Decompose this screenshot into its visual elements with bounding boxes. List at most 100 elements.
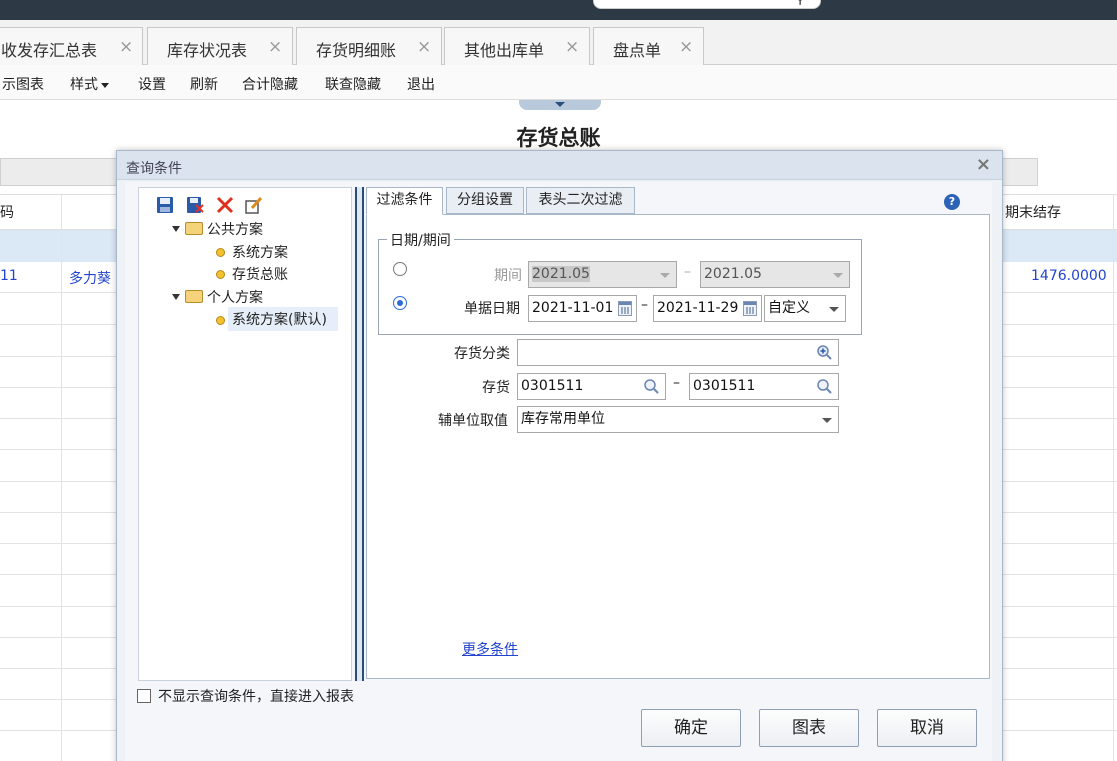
conditions-panel: 过滤条件 分组设置 表头二次过滤 ? 日期/期间 期间 2021.05 – 20… (366, 187, 990, 681)
doc-date-to-input[interactable]: 2021-11-29 (653, 295, 762, 322)
top-bar: ⚲ (0, 0, 1117, 20)
expand-toggle-icon[interactable] (172, 294, 180, 300)
report-toolbar: 示图表 样式 设置 刷新 合计隐藏 联查隐藏 退出 (0, 65, 1117, 100)
collapse-toolbar-handle[interactable] (519, 100, 601, 110)
show-chart-button[interactable]: 示图表 (2, 74, 44, 94)
aux-unit-select[interactable]: 库存常用单位 (517, 406, 839, 433)
inventory-to-input[interactable]: 0301511 (689, 373, 839, 400)
document-tabstrip: 收发存汇总表 × 库存状况表 × 存货明细账 × 其他出库单 × 盘点单 × (0, 20, 1117, 65)
category-input[interactable] (517, 339, 839, 366)
period-radio[interactable] (393, 262, 407, 276)
style-menu-button[interactable]: 样式 (70, 74, 109, 94)
tree-group-public[interactable]: 公共方案 (207, 219, 263, 239)
style-label: 样式 (70, 77, 98, 93)
help-icon[interactable]: ? (944, 194, 960, 210)
chart-button[interactable]: 图表 (759, 709, 859, 747)
tab-inventory-detail[interactable]: 存货明细账 × (296, 27, 442, 65)
tab-label: 存货明细账 (316, 41, 397, 60)
close-icon[interactable]: × (417, 37, 431, 57)
dropdown-arrow-icon (822, 418, 832, 423)
date-period-group: 日期/期间 期间 2021.05 – 2021.05 单据日期 2021-11-… (378, 230, 862, 335)
tab-other-outbound[interactable]: 其他出库单 × (444, 27, 590, 65)
close-icon[interactable]: × (976, 154, 991, 175)
range-separator: – (673, 375, 680, 391)
aux-unit-value: 库存常用单位 (521, 411, 605, 427)
refresh-button[interactable]: 刷新 (190, 74, 218, 94)
hide-linked-button[interactable]: 联查隐藏 (325, 74, 381, 94)
skip-conditions-checkbox[interactable] (137, 689, 151, 703)
row-end-balance-cell[interactable]: 1476.0000 (1031, 268, 1107, 284)
folder-icon (185, 290, 203, 303)
period-from-select[interactable]: 2021.05 (528, 261, 677, 288)
tab-summary[interactable]: 收发存汇总表 × (0, 27, 143, 65)
expand-toggle-icon[interactable] (172, 226, 180, 232)
close-icon[interactable]: × (679, 37, 693, 57)
dialog-title: 查询条件 (126, 161, 182, 177)
column-header-code: 码 (0, 205, 14, 221)
dropdown-arrow-icon (833, 273, 843, 278)
grid-column-divider (1113, 194, 1114, 761)
close-icon[interactable]: × (119, 37, 133, 57)
tree-group-personal[interactable]: 个人方案 (207, 287, 263, 307)
tree-item-system-scheme[interactable]: 系统方案 (232, 242, 288, 262)
search-icon[interactable]: ⚲ (795, 0, 812, 8)
dropdown-arrow-icon (660, 273, 670, 278)
dialog-titlebar[interactable]: 查询条件 × (117, 151, 1002, 180)
category-label: 存货分类 (454, 346, 510, 362)
ok-button[interactable]: 确定 (641, 709, 741, 747)
skip-conditions-label: 不显示查询条件，直接进入报表 (158, 689, 354, 705)
date-mode-value: 自定义 (768, 300, 810, 316)
report-title: 存货总账 (516, 126, 601, 150)
tab-group-settings[interactable]: 分组设置 (446, 187, 524, 214)
search-icon[interactable] (816, 378, 833, 395)
search-plus-icon[interactable] (816, 344, 833, 361)
top-search-box[interactable]: ⚲ (593, 0, 821, 9)
exit-button[interactable]: 退出 (407, 74, 435, 94)
tree-item-system-default[interactable]: 系统方案(默认) (232, 309, 327, 329)
grid-column-divider (61, 194, 62, 761)
filter-conditions-content: 日期/期间 期间 2021.05 – 2021.05 单据日期 2021-11-… (366, 214, 990, 679)
tree-item-inventory-ledger[interactable]: 存货总账 (232, 264, 288, 284)
range-separator: – (641, 297, 648, 313)
scheme-dot-icon (216, 248, 225, 257)
query-conditions-dialog: 查询条件 × 公共方案 系统方案 存货总账 个人方案 系统方案(默认) 过滤条件… (116, 150, 1003, 761)
calendar-icon[interactable] (743, 301, 757, 316)
doc-date-radio[interactable] (393, 296, 407, 310)
save-as-icon[interactable] (185, 195, 205, 215)
tab-label: 库存状况表 (167, 41, 248, 60)
tab-stocktake[interactable]: 盘点单 × (593, 27, 704, 65)
close-icon[interactable]: × (268, 37, 282, 57)
more-conditions-link[interactable]: 更多条件 (462, 639, 518, 659)
row-code-cell[interactable]: 11 (0, 268, 18, 284)
doc-date-from-input[interactable]: 2021-11-01 (528, 295, 637, 322)
scheme-tree: 公共方案 系统方案 存货总账 个人方案 系统方案(默认) (138, 187, 352, 681)
inventory-from-input[interactable]: 0301511 (517, 373, 666, 400)
doc-date-from-value: 2021-11-01 (532, 300, 614, 316)
cancel-button[interactable]: 取消 (877, 709, 977, 747)
period-to-select[interactable]: 2021.05 (700, 261, 850, 288)
column-header-end-balance: 期末结存 (1005, 205, 1061, 221)
edit-icon[interactable] (244, 195, 264, 215)
tab-header-filter[interactable]: 表头二次过滤 (526, 187, 635, 214)
row-name-cell[interactable]: 多力葵 (69, 268, 111, 288)
save-icon[interactable] (155, 195, 175, 215)
period-to-value: 2021.05 (704, 266, 762, 282)
tab-label: 收发存汇总表 (1, 41, 98, 60)
tab-stock-status[interactable]: 库存状况表 × (147, 27, 293, 65)
date-mode-select[interactable]: 自定义 (764, 295, 846, 322)
doc-date-to-value: 2021-11-29 (657, 300, 739, 316)
inventory-to-value: 0301511 (693, 378, 756, 394)
tab-filter-conditions[interactable]: 过滤条件 (366, 187, 443, 215)
close-icon[interactable]: × (565, 37, 579, 57)
settings-button[interactable]: 设置 (138, 74, 166, 94)
doc-date-label: 单据日期 (464, 301, 520, 317)
period-from-value: 2021.05 (532, 266, 590, 282)
range-separator: – (684, 264, 691, 280)
hide-total-button[interactable]: 合计隐藏 (242, 74, 298, 94)
inventory-label: 存货 (482, 380, 510, 396)
calendar-icon[interactable] (618, 301, 632, 316)
search-icon[interactable] (643, 378, 660, 395)
panel-splitter[interactable] (355, 187, 364, 681)
dialog-body: 公共方案 系统方案 存货总账 个人方案 系统方案(默认) 过滤条件 分组设置 表… (125, 182, 992, 761)
delete-icon[interactable] (215, 195, 235, 215)
